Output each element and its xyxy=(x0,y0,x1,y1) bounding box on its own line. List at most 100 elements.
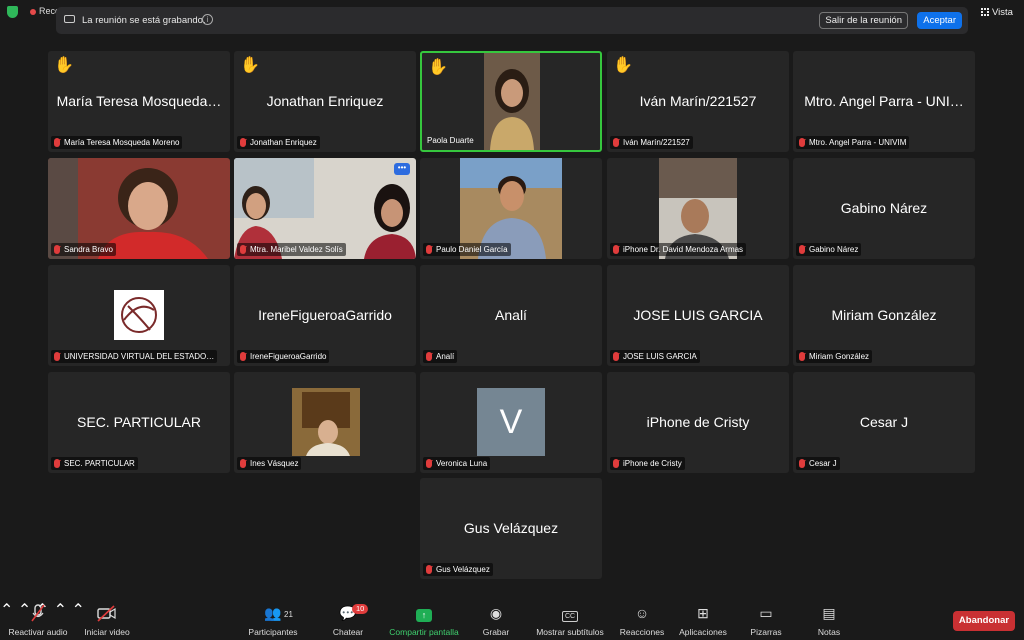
participant-tile[interactable]: Miriam González Miriam González xyxy=(793,265,975,366)
participant-tile-active-speaker[interactable]: ✋ Paola Duarte xyxy=(420,51,602,152)
notes-icon: ▤ xyxy=(822,605,836,621)
participant-name-label: Analí xyxy=(423,350,458,363)
participant-tile[interactable]: UNIVERSIDAD VIRTUAL DEL ESTADO… xyxy=(48,265,230,366)
recording-dot-icon xyxy=(30,9,36,15)
participant-name-label: SEC. PARTICULAR xyxy=(51,457,138,470)
leave-meeting-button[interactable]: Salir de la reunión xyxy=(819,12,908,29)
muted-mic-icon xyxy=(613,245,619,254)
security-shield-icon[interactable] xyxy=(7,6,18,18)
participant-display-name: Analí xyxy=(495,307,527,323)
apps-icon: ⊞ xyxy=(697,605,709,621)
participant-tile[interactable]: ✋ Jonathan Enriquez Jonathan Enriquez xyxy=(234,51,416,152)
participant-tile[interactable]: Gabino Nárez Gabino Nárez xyxy=(793,158,975,259)
grid-icon xyxy=(981,8,989,16)
top-bar: Recc La reunión se está grabando. i Sali… xyxy=(0,0,1024,40)
participant-tile[interactable]: ••• Mtra. Maribel Valdez Solís xyxy=(234,158,416,259)
muted-mic-icon xyxy=(613,459,619,468)
participant-tile[interactable]: Mtro. Angel Parra - UNI… Mtro. Angel Par… xyxy=(793,51,975,152)
participant-tile[interactable]: Paulo Daniel García xyxy=(420,158,602,259)
share-screen-icon: ↑ xyxy=(381,604,467,622)
whiteboards-button[interactable]: ▭ Pizarras xyxy=(730,604,802,637)
view-button[interactable]: Vista xyxy=(981,7,1013,18)
participant-tile[interactable]: iPhone Dr. David Mendoza Armas xyxy=(607,158,789,259)
participant-display-name: Miriam González xyxy=(831,307,937,323)
leave-button[interactable]: Abandonar xyxy=(953,611,1015,631)
apps-button[interactable]: ⊞ Aplicaciones xyxy=(667,604,739,637)
participant-name-label: Gabino Nárez xyxy=(796,243,862,256)
participants-button[interactable]: 👥 21 Participantes xyxy=(237,604,309,637)
record-icon: ◉ xyxy=(489,605,503,621)
muted-mic-icon xyxy=(54,138,60,147)
participant-name-label: JOSE LUIS GARCIA xyxy=(610,350,700,363)
participant-name-label: Paola Duarte xyxy=(427,136,474,145)
muted-mic-icon xyxy=(240,138,246,147)
participant-name-label: Jonathan Enriquez xyxy=(237,136,320,149)
share-screen-button[interactable]: ↑ Compartir pantalla xyxy=(381,604,467,637)
muted-mic-icon xyxy=(799,459,805,468)
unmute-button[interactable]: Reactivar audio xyxy=(2,604,74,637)
muted-mic-icon xyxy=(426,565,432,574)
muted-mic-icon xyxy=(799,245,805,254)
participant-display-name: María Teresa Mosqueda… xyxy=(56,93,222,109)
whiteboard-icon: ▭ xyxy=(759,605,773,621)
participant-tile[interactable]: SEC. PARTICULAR SEC. PARTICULAR xyxy=(48,372,230,473)
muted-mic-icon xyxy=(426,245,432,254)
accept-recording-button[interactable]: Aceptar xyxy=(917,12,962,29)
participant-tile[interactable]: Analí Analí xyxy=(420,265,602,366)
muted-mic-icon xyxy=(54,352,60,361)
participant-tile[interactable]: Gus Velázquez Gus Velázquez xyxy=(420,478,602,579)
participant-tile[interactable]: ✋ María Teresa Mosqueda… María Teresa Mo… xyxy=(48,51,230,152)
participant-tile[interactable]: Sandra Bravo xyxy=(48,158,230,259)
participant-tile[interactable]: JOSE LUIS GARCIA JOSE LUIS GARCIA xyxy=(607,265,789,366)
participant-avatar: V xyxy=(477,388,545,456)
recording-camera-icon xyxy=(64,15,75,23)
captions-button[interactable]: CC Mostrar subtítulos xyxy=(530,604,610,637)
participant-name-label: María Teresa Mosqueda Moreno xyxy=(51,136,183,149)
raised-hand-icon: ✋ xyxy=(428,59,448,76)
muted-mic-icon xyxy=(799,352,805,361)
recording-consent-banner: La reunión se está grabando. i Salir de … xyxy=(56,7,968,34)
participant-display-name: Gus Velázquez xyxy=(463,520,559,536)
muted-microphone-icon xyxy=(2,604,74,622)
recording-message: La reunión se está grabando. xyxy=(82,15,206,26)
closed-captions-icon: CC xyxy=(530,604,610,622)
participant-name-label: Gus Velázquez xyxy=(423,563,493,576)
muted-mic-icon xyxy=(240,459,246,468)
participant-display-name: iPhone de Cristy xyxy=(646,414,750,430)
participant-name-label: Ines Vásquez xyxy=(237,457,302,470)
meeting-toolbar: Reactivar audio ⌃ Iniciar video ⌃ 👥 21 Pa… xyxy=(0,600,1024,640)
raised-hand-icon: ✋ xyxy=(240,57,260,74)
participant-name-label: Veronica Luna xyxy=(423,457,491,470)
participant-name-label: Mtra. Maribel Valdez Solís xyxy=(237,243,346,256)
participant-tile[interactable]: ✋ Iván Marín/221527 Iván Marín/221527 xyxy=(607,51,789,152)
more-options-button[interactable]: ••• xyxy=(394,163,410,175)
raised-hand-icon: ✋ xyxy=(54,57,74,74)
chat-button[interactable]: 💬 10 Chatear xyxy=(312,604,384,637)
muted-mic-icon xyxy=(613,138,619,147)
participant-name-label: UNIVERSIDAD VIRTUAL DEL ESTADO… xyxy=(51,350,218,363)
participant-display-name: SEC. PARTICULAR xyxy=(77,414,201,430)
participant-display-name: Gabino Nárez xyxy=(840,200,928,216)
muted-mic-icon xyxy=(426,459,432,468)
muted-mic-icon xyxy=(54,245,60,254)
participant-tile[interactable]: IreneFigueroaGarrido IreneFigueroaGarrid… xyxy=(234,265,416,366)
participant-display-name: JOSE LUIS GARCIA xyxy=(633,307,763,323)
participant-tile[interactable]: iPhone de Cristy iPhone de Cristy xyxy=(607,372,789,473)
participants-icon: 👥 21 xyxy=(264,605,293,621)
record-button[interactable]: ◉ Grabar xyxy=(460,604,532,637)
participant-display-name: Jonathan Enriquez xyxy=(266,93,384,109)
participant-name-label: Sandra Bravo xyxy=(51,243,116,256)
start-video-button[interactable]: Iniciar video xyxy=(71,604,143,637)
university-logo xyxy=(114,290,164,340)
chat-bubble-icon: 💬 10 xyxy=(312,604,384,622)
video-off-icon xyxy=(71,604,143,622)
participant-tile[interactable]: V Veronica Luna xyxy=(420,372,602,473)
participant-tile[interactable]: Cesar J Cesar J xyxy=(793,372,975,473)
participant-name-label: IreneFigueroaGarrido xyxy=(237,350,330,363)
raised-hand-icon: ✋ xyxy=(613,57,633,74)
muted-mic-icon xyxy=(613,352,619,361)
info-icon[interactable]: i xyxy=(202,14,213,25)
participant-display-name: Cesar J xyxy=(859,414,909,430)
notes-button[interactable]: ▤ Notas xyxy=(793,604,865,637)
participant-tile[interactable]: Ines Vásquez xyxy=(234,372,416,473)
